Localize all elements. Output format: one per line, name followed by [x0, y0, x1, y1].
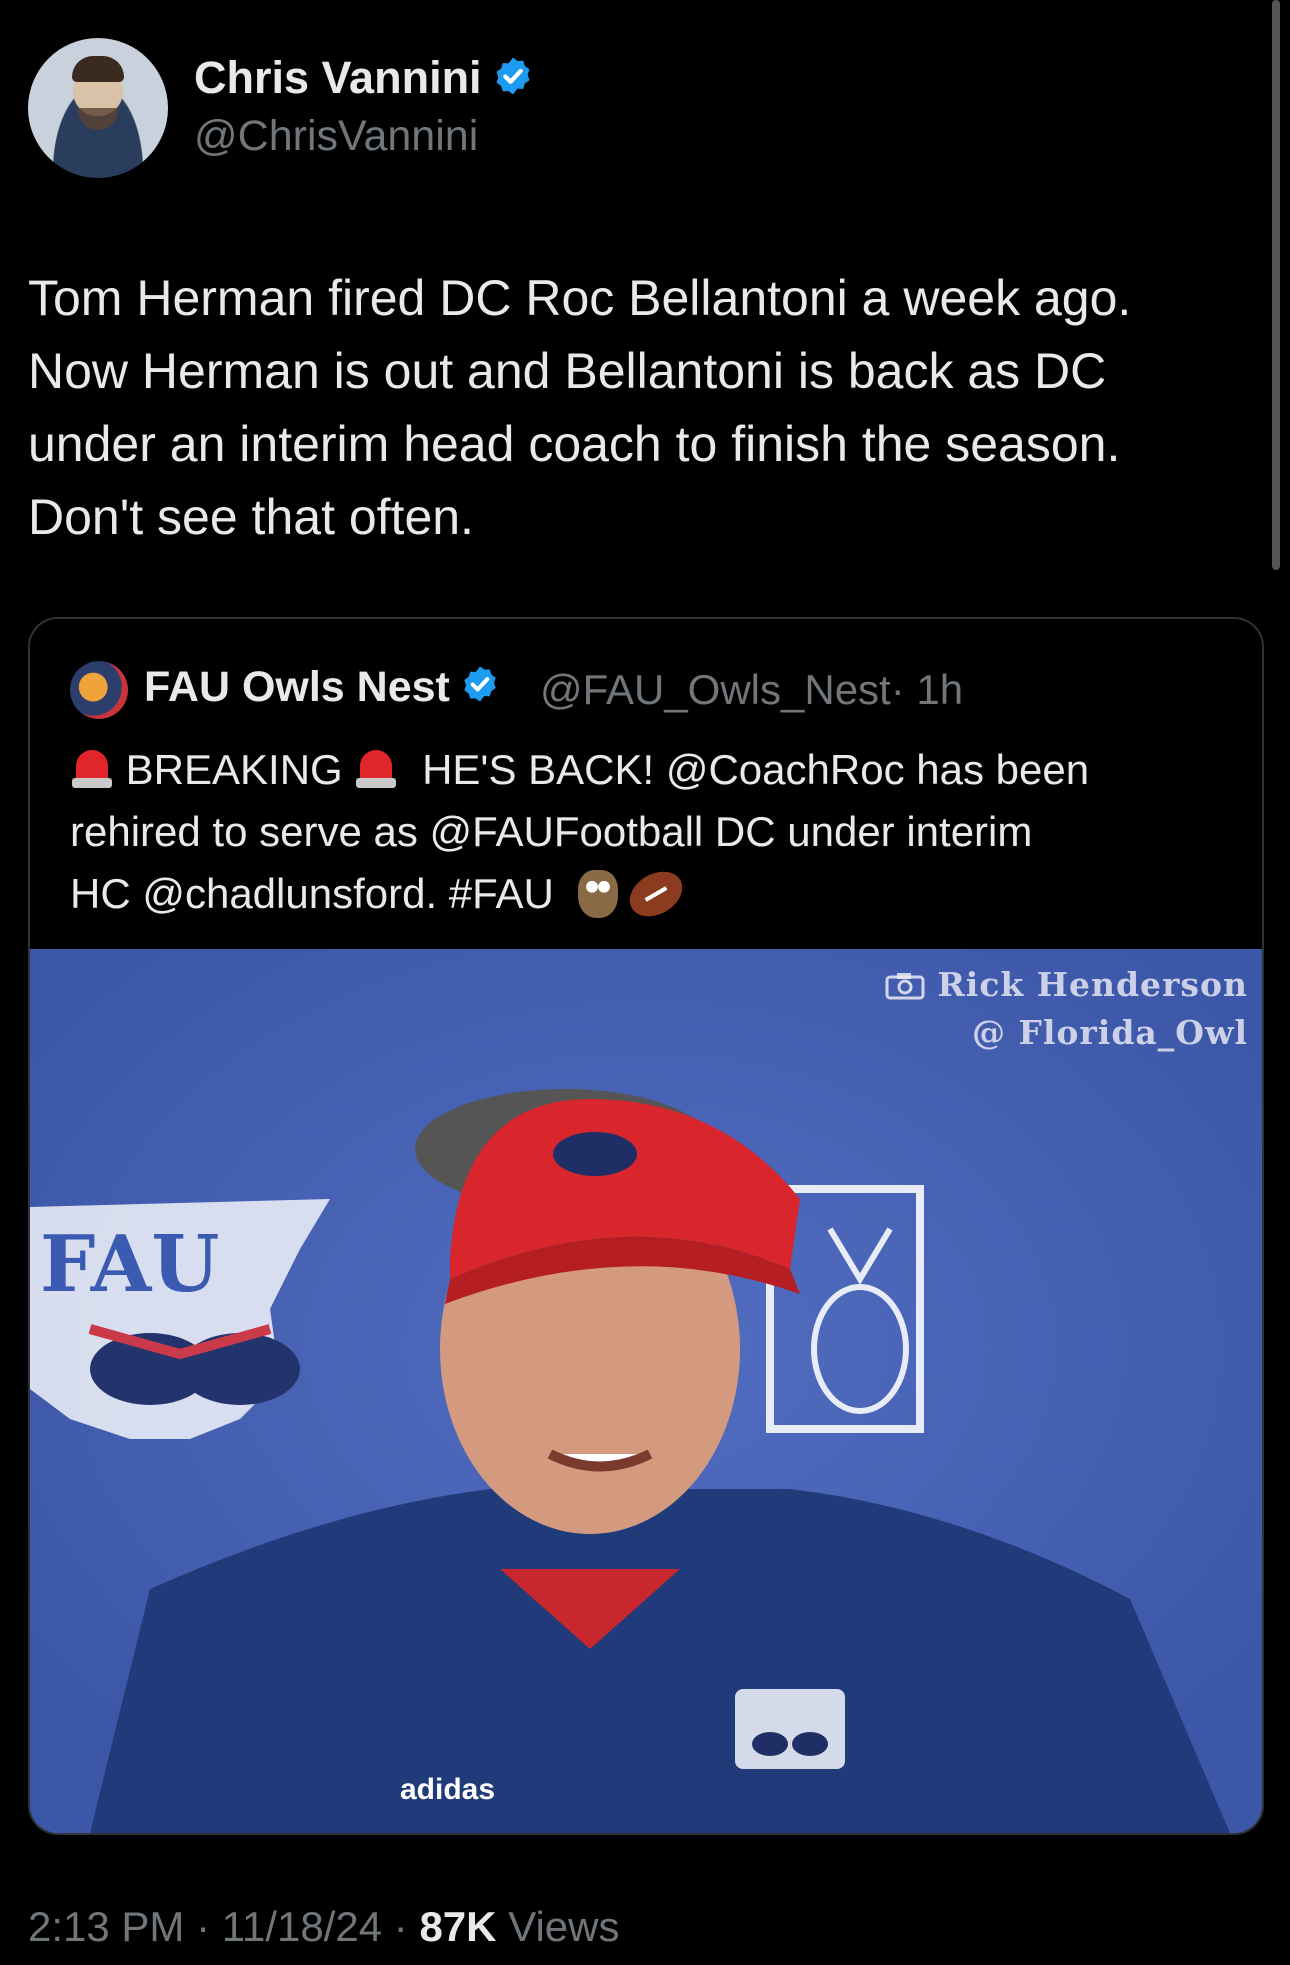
- tweet-text: Tom Herman fired DC Roc Bellantoni a wee…: [28, 262, 1258, 554]
- quote-breaking: BREAKING: [125, 746, 343, 793]
- tweet-line: Now Herman is out and Bellantoni is back…: [28, 343, 1107, 399]
- photo-credit: Rick Henderson @ Florida_Owl: [885, 961, 1248, 1057]
- owl-emoji-icon: [577, 870, 618, 918]
- quote-timestamp: · 1h: [890, 666, 964, 713]
- quote-author-handle: @FAU_Owls_Nest: [540, 666, 891, 713]
- quoted-tweet-card[interactable]: FAU Owls Nest @FAU_Owls_Nest· 1h BREAKIN…: [28, 617, 1264, 1835]
- views-label: Views: [508, 1903, 620, 1950]
- quote-line-3-text: HC @chadlunsford. #FAU: [70, 870, 554, 917]
- tweet-line: under an interim head coach to finish th…: [28, 416, 1121, 472]
- police-light-icon: [354, 746, 398, 792]
- avatar-beard: [78, 108, 118, 130]
- tweet-line: Don't see that often.: [28, 489, 474, 545]
- author-name[interactable]: Chris Vannini: [194, 52, 534, 108]
- tweet-date[interactable]: 11/18/24: [222, 1903, 382, 1950]
- quote-photo[interactable]: FAU adidas Rick Henderson @ Florida_Owl: [30, 949, 1262, 1833]
- police-light-icon: [70, 746, 114, 792]
- quote-line: rehired to serve as @FAUFootball DC unde…: [70, 808, 1033, 855]
- coach-photo-illustration: FAU adidas: [30, 949, 1262, 1833]
- verified-badge-icon: [460, 664, 500, 715]
- quote-author-name-text: FAU Owls Nest: [144, 663, 450, 711]
- author-name-text: Chris Vannini: [194, 52, 482, 103]
- photo-credit-line-1: Rick Henderson: [885, 961, 1248, 1009]
- quote-line: BREAKING HE'S BACK! @CoachRoc has been: [70, 739, 1240, 801]
- photo-credit-name: Rick Henderson: [937, 965, 1248, 1004]
- adidas-logo-text: adidas: [400, 1773, 495, 1806]
- photo-credit-line-2: @ Florida_Owl: [971, 1013, 1248, 1052]
- author-avatar[interactable]: [28, 38, 168, 178]
- tweet-line: Tom Herman fired DC Roc Bellantoni a wee…: [28, 270, 1132, 326]
- quote-author-handle-time[interactable]: @FAU_Owls_Nest· 1h: [540, 666, 963, 714]
- views-count: 87K: [419, 1903, 497, 1950]
- fau-logo-text: FAU: [40, 1219, 219, 1310]
- tweet-time[interactable]: 2:13 PM: [28, 1903, 184, 1950]
- separator-dot: ·: [393, 1903, 420, 1950]
- verified-badge-icon: [492, 55, 534, 108]
- separator-dot: ·: [196, 1903, 222, 1950]
- avatar-hair: [72, 56, 124, 82]
- quote-line-1-text: HE'S BACK! @CoachRoc has been: [422, 746, 1090, 793]
- quote-author-name[interactable]: FAU Owls Nest: [144, 663, 500, 715]
- quote-text: BREAKING HE'S BACK! @CoachRoc has been r…: [70, 739, 1240, 926]
- quote-author-avatar[interactable]: [70, 661, 128, 719]
- tweet-metadata: 2:13 PM · 11/18/24 · 87K Views: [28, 1903, 619, 1951]
- scrollbar[interactable]: [1272, 0, 1280, 570]
- author-handle[interactable]: @ChrisVannini: [194, 112, 478, 161]
- camera-icon: [885, 973, 925, 1000]
- quote-line: HC @chadlunsford. #FAU: [70, 862, 1240, 926]
- football-emoji-icon: [621, 862, 691, 926]
